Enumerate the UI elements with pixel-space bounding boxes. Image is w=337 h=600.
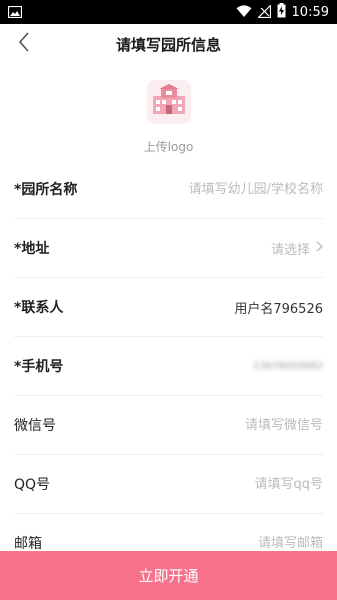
wechat-input[interactable] [153, 417, 323, 433]
back-button[interactable] [10, 30, 38, 58]
email-label: 邮箱 [14, 536, 42, 552]
school-info-form: *园所名称 *地址 请选择 *联系人 用户名796526 *手机号 136784… [0, 160, 337, 573]
status-bar-right: 10:59 [236, 2, 329, 22]
logo-upload-area: 上传logo [0, 78, 337, 158]
nav-bar: 请填写园所信息 [0, 24, 337, 64]
contact-row: *联系人 用户名796526 [14, 278, 323, 337]
phone-row: *手机号 13678459982 [14, 337, 323, 396]
phone-value[interactable]: 13678459982 [253, 361, 323, 372]
school-name-input[interactable] [153, 181, 323, 197]
chevron-left-icon [18, 32, 30, 56]
school-name-row: *园所名称 [14, 160, 323, 219]
image-icon [7, 3, 23, 22]
email-input[interactable] [153, 535, 323, 551]
contact-value[interactable]: 用户名796526 [234, 298, 323, 317]
battery-charging-icon [277, 2, 286, 22]
logo-upload-button[interactable] [146, 80, 191, 124]
qq-input[interactable] [153, 476, 323, 492]
address-row[interactable]: *地址 请选择 [14, 219, 323, 278]
address-label: *地址 [14, 241, 50, 257]
status-bar: 10:59 [0, 0, 337, 24]
address-selector[interactable]: 请选择 [271, 239, 323, 258]
status-time: 10:59 [291, 4, 329, 20]
wifi-icon [236, 3, 252, 22]
status-bar-left [7, 3, 23, 22]
school-building-icon [151, 84, 187, 120]
upload-logo-label: 上传logo [143, 140, 194, 154]
open-now-button[interactable]: 立即开通 [0, 551, 337, 600]
wechat-label: 微信号 [14, 418, 56, 434]
school-name-label: *园所名称 [14, 182, 78, 198]
chevron-right-icon [316, 241, 323, 256]
page-title: 请填写园所信息 [115, 35, 221, 54]
phone-label: *手机号 [14, 359, 64, 375]
address-value: 请选择 [270, 242, 310, 258]
wechat-row: 微信号 [14, 396, 323, 455]
no-signal-icon [256, 3, 271, 22]
qq-row: QQ号 [14, 455, 323, 514]
contact-label: *联系人 [14, 300, 64, 316]
qq-label: QQ号 [14, 477, 51, 493]
